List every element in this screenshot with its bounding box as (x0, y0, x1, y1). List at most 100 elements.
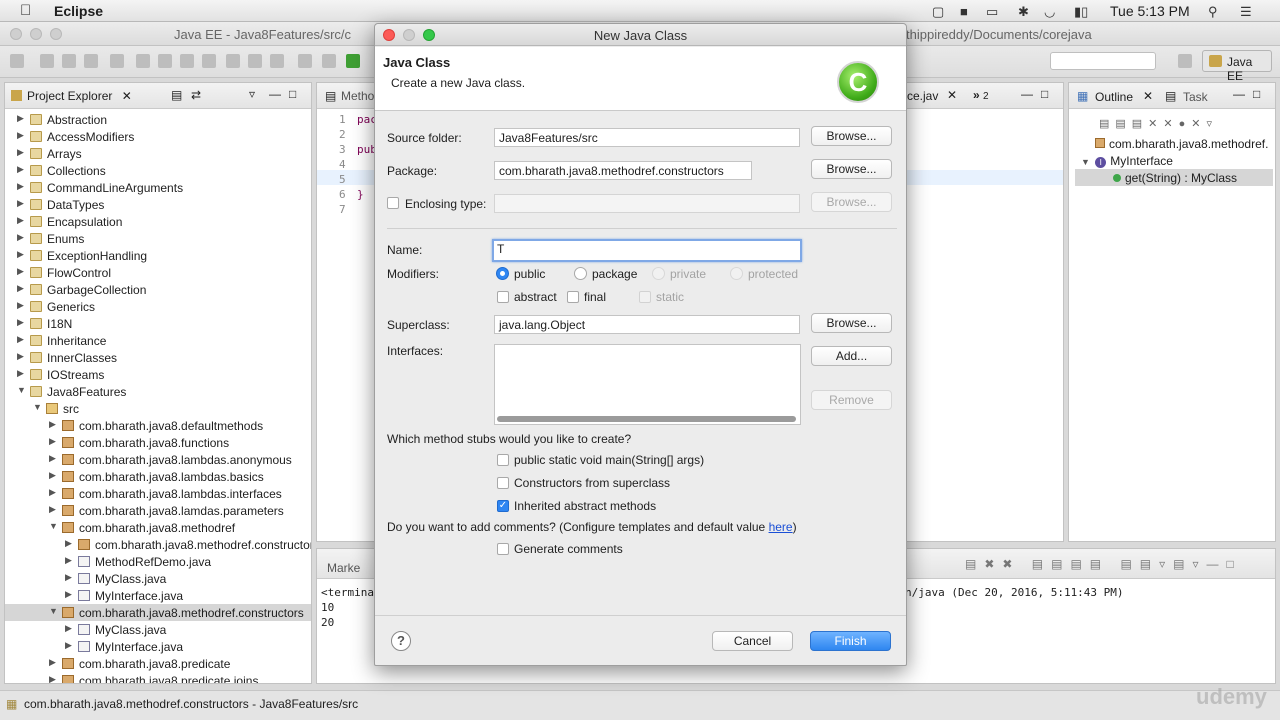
tab-markers[interactable]: Marke (327, 561, 360, 575)
enclosing-type-checkbox[interactable] (387, 197, 399, 209)
tree-item-package[interactable]: ▼ com.bharath.java8.methodref.constructor… (5, 604, 311, 621)
tree-item-project[interactable]: ▶ Collections (5, 162, 311, 179)
tree-item-project[interactable]: ▼ src (5, 400, 311, 417)
wifi-icon[interactable]: ◡ (1044, 4, 1055, 20)
modifier-package-radio[interactable] (574, 267, 587, 280)
outline-maximize-icon[interactable]: □ (1253, 87, 1260, 101)
collapse-arrow-icon[interactable]: ▼ (49, 521, 59, 531)
cancel-button[interactable]: Cancel (712, 631, 793, 651)
tree-item-project[interactable]: ▶ FlowControl (5, 264, 311, 281)
tree-item-project[interactable]: ▶ ExceptionHandling (5, 247, 311, 264)
tree-item-project[interactable]: ▶ CommandLineArguments (5, 179, 311, 196)
editor-maximize-icon[interactable]: □ (1041, 87, 1048, 101)
save-icon[interactable] (40, 54, 54, 68)
notification-center-icon[interactable]: ☰ (1240, 4, 1252, 20)
tree-item-project[interactable]: ▶ IOStreams (5, 366, 311, 383)
tree-item-file[interactable]: ▶ MyClass.java (5, 621, 311, 638)
superclass-field[interactable]: java.lang.Object (494, 315, 800, 334)
bluetooth-icon[interactable]: ✱ (1018, 4, 1029, 20)
screen-record-icon[interactable]: ▢ (932, 4, 944, 20)
modifier-protected-radio[interactable] (730, 267, 743, 280)
tree-item-project[interactable]: ▶ Generics (5, 298, 311, 315)
expand-arrow-icon[interactable]: ▶ (17, 113, 27, 124)
source-folder-field[interactable]: Java8Features/src (494, 128, 800, 147)
link-with-editor-icon[interactable]: ⇄ (191, 88, 201, 102)
modifier-private-radio[interactable] (652, 267, 665, 280)
tree-item-package[interactable]: ▶ com.bharath.java8.methodref.constructor (5, 536, 311, 553)
collapse-arrow-icon[interactable]: ▼ (33, 402, 43, 412)
tree-item-project[interactable]: ▶ Encapsulation (5, 213, 311, 230)
tree-item-file[interactable]: ▶ MyClass.java (5, 570, 311, 587)
tree-item-project[interactable]: ▶ Arrays (5, 145, 311, 162)
interfaces-list[interactable] (494, 344, 801, 425)
expand-arrow-icon[interactable]: ▶ (17, 215, 27, 226)
expand-arrow-icon[interactable]: ▶ (49, 470, 59, 481)
expand-arrow-icon[interactable]: ▶ (49, 674, 59, 683)
expand-arrow-icon[interactable]: ▶ (49, 487, 59, 498)
window-zoom-button[interactable] (50, 28, 62, 40)
expand-arrow-icon[interactable]: ▶ (65, 640, 75, 651)
expand-arrow-icon[interactable]: ▶ (17, 334, 27, 345)
expand-arrow-icon[interactable]: ▶ (49, 453, 59, 464)
tree-item-project[interactable]: ▶ DataTypes (5, 196, 311, 213)
window-close-button[interactable] (10, 28, 22, 40)
help-button[interactable]: ? (391, 631, 411, 651)
window-minimize-button[interactable] (30, 28, 42, 40)
tree-item-project[interactable]: ▶ Inheritance (5, 332, 311, 349)
interfaces-remove-button[interactable]: Remove (811, 390, 892, 410)
expand-arrow-icon[interactable]: ▶ (17, 300, 27, 311)
configure-templates-link[interactable]: here (769, 520, 793, 534)
open-perspective-icon[interactable] (1178, 54, 1192, 68)
finish-button[interactable]: Finish (810, 631, 891, 651)
expand-arrow-icon[interactable]: ▶ (17, 368, 27, 379)
enclosing-type-field[interactable] (494, 194, 800, 213)
superclass-browse-button[interactable]: Browse... (811, 313, 892, 333)
tree-item-package[interactable]: ▶ com.bharath.java8.lamdas.parameters (5, 502, 311, 519)
step-into-icon[interactable] (226, 54, 240, 68)
disconnect-icon[interactable] (202, 54, 216, 68)
tree-item-project[interactable]: ▶ I18N (5, 315, 311, 332)
expand-arrow-icon[interactable]: ▶ (17, 232, 27, 243)
editor-tab-interface[interactable]: ce.jav (907, 89, 938, 103)
tab-outline[interactable]: Outline (1095, 90, 1133, 104)
save-all-icon[interactable] (62, 54, 76, 68)
generate-comments-checkbox[interactable] (497, 543, 509, 555)
tree-item-package[interactable]: ▶ com.bharath.java8.lambdas.anonymous (5, 451, 311, 468)
editor-minimize-icon[interactable]: — (1021, 87, 1033, 101)
expand-arrow-icon[interactable]: ▶ (17, 130, 27, 141)
modifier-abstract-checkbox[interactable] (497, 291, 509, 303)
perspective-java-ee-button[interactable]: Java EE (1202, 50, 1272, 83)
print-icon[interactable] (84, 54, 98, 68)
run-icon[interactable] (346, 54, 360, 68)
enclosing-browse-button[interactable]: Browse... (811, 192, 892, 212)
source-folder-browse-button[interactable]: Browse... (811, 126, 892, 146)
tree-item-file[interactable]: ▶ MethodRefDemo.java (5, 553, 311, 570)
expand-arrow-icon[interactable]: ▶ (17, 317, 27, 328)
expand-arrow-icon[interactable]: ▶ (49, 504, 59, 515)
menu-extra-icon[interactable]: ■ (960, 4, 968, 19)
expand-arrow-icon[interactable]: ▶ (49, 419, 59, 430)
expand-arrow-icon[interactable]: ▶ (17, 181, 27, 192)
console-toolbar[interactable]: ▤✖✖ ▤▤▤▤ ▤▤▿▤▿—□ (965, 557, 1265, 573)
quick-access-input[interactable] (1050, 52, 1156, 70)
tree-item-project[interactable]: ▶ Enums (5, 230, 311, 247)
airplay-icon[interactable]: ▭ (986, 4, 998, 20)
expand-arrow-icon[interactable]: ▶ (17, 351, 27, 362)
expand-arrow-icon[interactable]: ▶ (17, 266, 27, 277)
editor-tab-methodref[interactable]: Metho (341, 89, 374, 103)
new-wizard-icon[interactable] (10, 54, 24, 68)
spotlight-search-icon[interactable]: ⚲ (1208, 4, 1218, 20)
modifier-static-checkbox[interactable] (639, 291, 651, 303)
close-view-icon[interactable]: ✕ (122, 89, 132, 103)
collapse-arrow-icon[interactable]: ▼ (49, 606, 59, 616)
maximize-view-icon[interactable]: □ (289, 87, 296, 101)
interfaces-add-button[interactable]: Add... (811, 346, 892, 366)
resume-icon[interactable] (136, 54, 150, 68)
skip-breakpoints-icon[interactable] (110, 54, 124, 68)
tree-item-package[interactable]: ▶ com.bharath.java8.defaultmethods (5, 417, 311, 434)
close-tab-icon[interactable]: ✕ (947, 88, 957, 102)
tree-item-project[interactable]: ▶ AccessModifiers (5, 128, 311, 145)
step-return-icon[interactable] (270, 54, 284, 68)
expand-arrow-icon[interactable]: ▶ (65, 623, 75, 634)
expand-arrow-icon[interactable]: ▶ (65, 555, 75, 566)
